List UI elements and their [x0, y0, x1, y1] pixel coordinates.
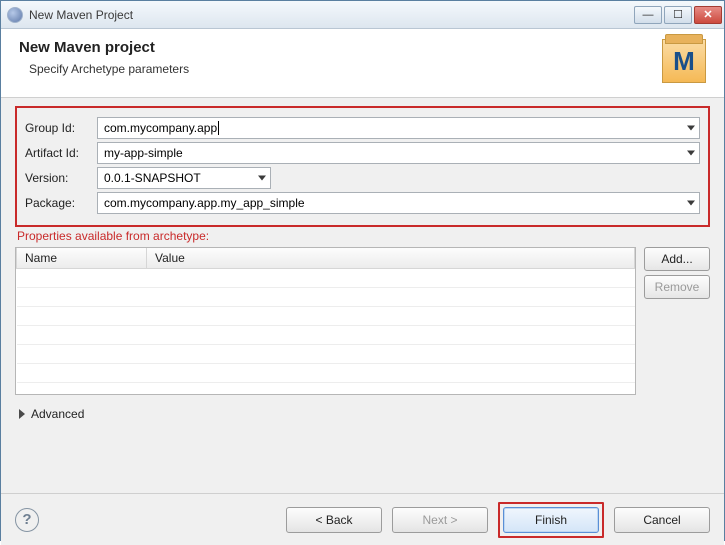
row-version: Version: 0.0.1-SNAPSHOT [25, 167, 700, 189]
window-title: New Maven Project [29, 8, 632, 22]
artifact-id-value: my-app-simple [104, 146, 183, 160]
cancel-button[interactable]: Cancel [614, 507, 710, 533]
version-value: 0.0.1-SNAPSHOT [104, 171, 201, 185]
table-row[interactable] [17, 326, 635, 345]
advanced-label: Advanced [31, 407, 84, 421]
artifact-id-field[interactable]: my-app-simple [97, 142, 700, 164]
banner-subheading: Specify Archetype parameters [29, 62, 189, 76]
row-package: Package: com.mycompany.app.my_app_simple [25, 192, 700, 214]
next-button[interactable]: Next > [392, 507, 488, 533]
archetype-properties-label: Properties available from archetype: [17, 229, 710, 243]
label-group-id: Group Id: [25, 121, 97, 135]
advanced-toggle[interactable]: Advanced [19, 407, 710, 421]
label-artifact-id: Artifact Id: [25, 146, 97, 160]
table-row[interactable] [17, 269, 635, 288]
finish-button[interactable]: Finish [503, 507, 599, 533]
window-controls: — ☐ ✕ [632, 6, 722, 24]
wizard-footer: ? < Back Next > Finish Cancel [1, 493, 724, 545]
properties-area: Name Value Add... Remove [15, 247, 710, 395]
properties-side-buttons: Add... Remove [644, 247, 710, 395]
table-row[interactable] [17, 307, 635, 326]
chevron-down-icon[interactable] [687, 201, 695, 206]
minimize-button[interactable]: — [634, 6, 662, 24]
wizard-content: Group Id: com.mycompany.app Artifact Id:… [1, 98, 724, 493]
close-button[interactable]: ✕ [694, 6, 722, 24]
package-value: com.mycompany.app.my_app_simple [104, 196, 305, 210]
package-field[interactable]: com.mycompany.app.my_app_simple [97, 192, 700, 214]
chevron-down-icon[interactable] [258, 176, 266, 181]
column-header-value[interactable]: Value [147, 248, 635, 269]
chevron-down-icon[interactable] [687, 151, 695, 156]
help-icon[interactable]: ? [15, 508, 39, 532]
back-button[interactable]: < Back [286, 507, 382, 533]
text-cursor [218, 121, 219, 135]
maven-icon: M [662, 39, 706, 83]
chevron-down-icon[interactable] [687, 126, 695, 131]
column-header-name[interactable]: Name [17, 248, 147, 269]
app-icon [7, 7, 23, 23]
group-id-value: com.mycompany.app [104, 121, 217, 135]
properties-table[interactable]: Name Value [15, 247, 636, 395]
table-row[interactable] [17, 364, 635, 383]
row-artifact-id: Artifact Id: my-app-simple [25, 142, 700, 164]
row-group-id: Group Id: com.mycompany.app [25, 117, 700, 139]
label-version: Version: [25, 171, 97, 185]
form-highlight-box: Group Id: com.mycompany.app Artifact Id:… [15, 106, 710, 227]
table-row[interactable] [17, 288, 635, 307]
label-package: Package: [25, 196, 97, 210]
table-row[interactable] [17, 345, 635, 364]
banner-heading: New Maven project [19, 39, 189, 56]
group-id-field[interactable]: com.mycompany.app [97, 117, 700, 139]
maximize-button[interactable]: ☐ [664, 6, 692, 24]
finish-highlight-box: Finish [498, 502, 604, 538]
add-button[interactable]: Add... [644, 247, 710, 271]
version-field[interactable]: 0.0.1-SNAPSHOT [97, 167, 271, 189]
wizard-banner: New Maven project Specify Archetype para… [1, 29, 724, 98]
window-titlebar: New Maven Project — ☐ ✕ [1, 1, 724, 29]
triangle-right-icon [19, 409, 25, 419]
remove-button[interactable]: Remove [644, 275, 710, 299]
maven-icon-letter: M [673, 46, 695, 77]
